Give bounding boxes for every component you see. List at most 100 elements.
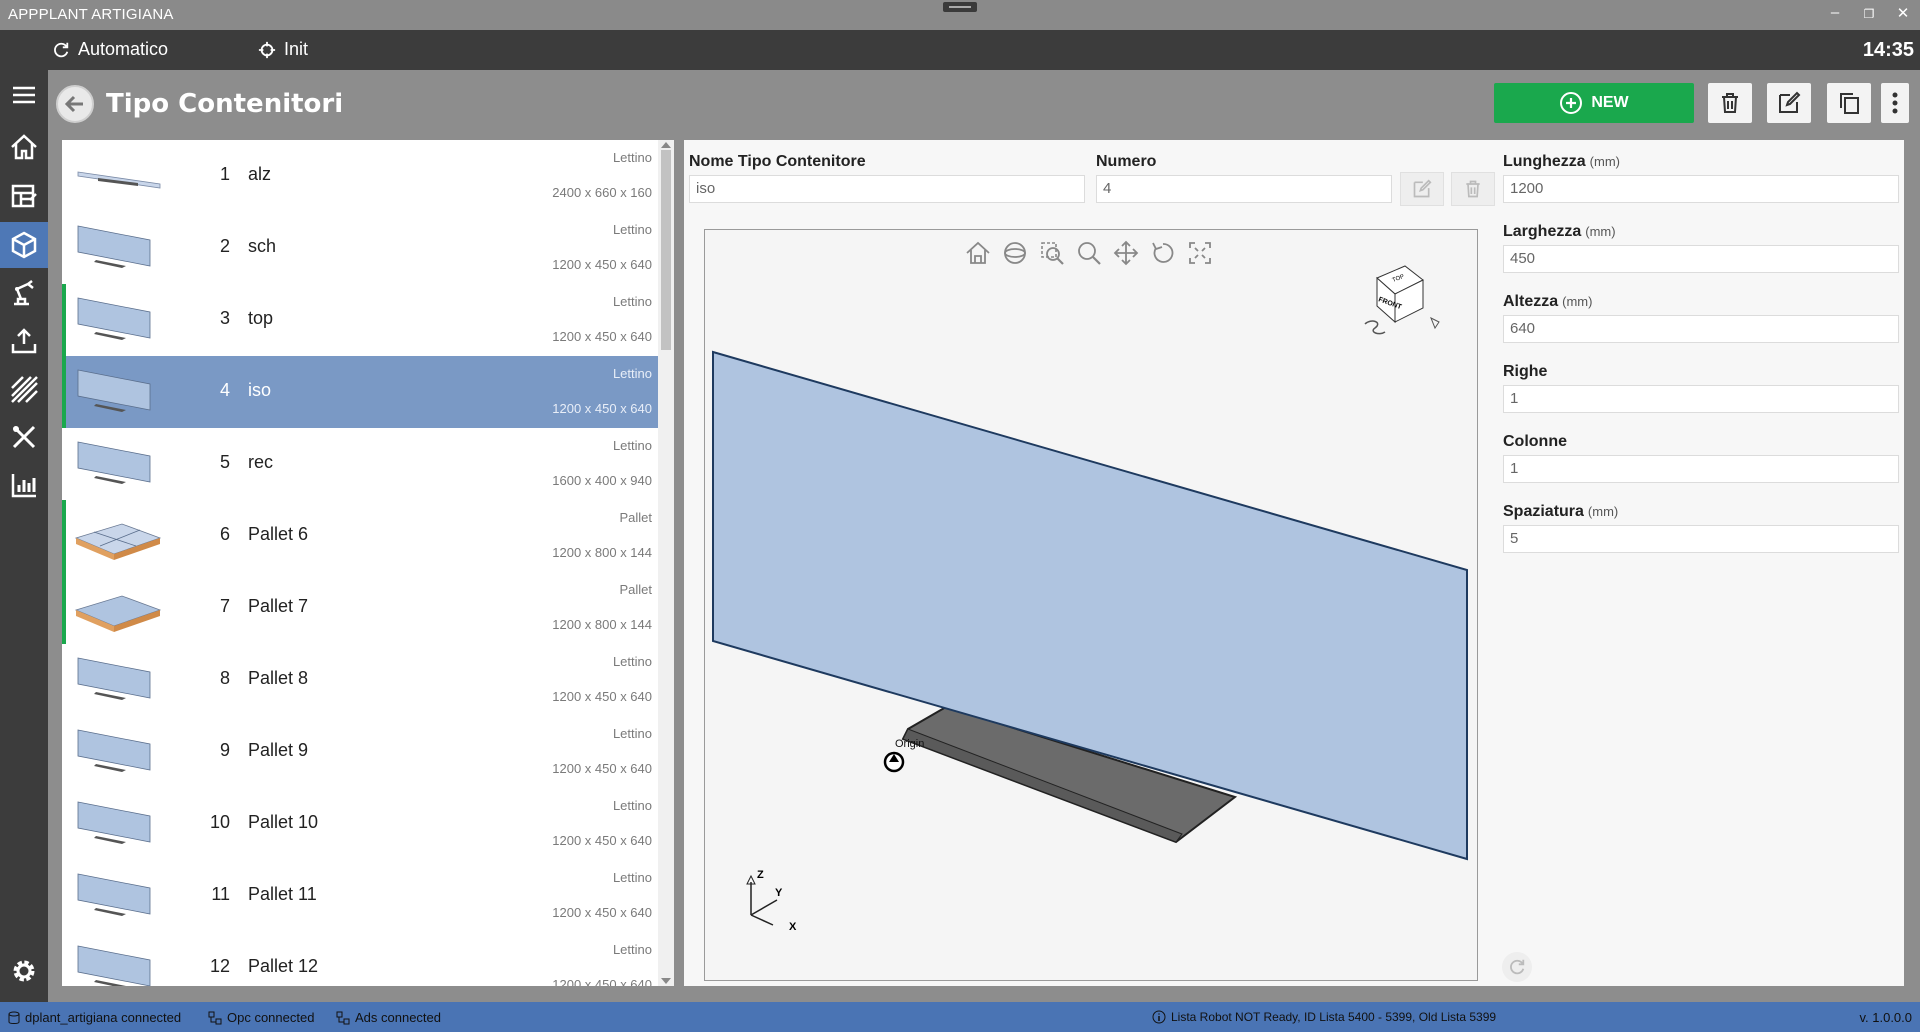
robot-arm-icon[interactable] [0, 270, 48, 316]
version: v. 1.0.0.0 [1859, 1010, 1912, 1025]
init-button[interactable]: Init [258, 39, 308, 60]
viewer-toolbar [963, 238, 1214, 267]
delete-button[interactable] [1708, 83, 1752, 123]
list-item[interactable]: 9 Pallet 9 Lettino 1200 x 450 x 640 [62, 716, 658, 788]
axis-z-label: Z [757, 869, 764, 881]
item-number: 4 [219, 380, 230, 400]
item-number: 7 [219, 596, 230, 616]
field-input[interactable]: 5 [1503, 525, 1899, 553]
list-item[interactable]: 10 Pallet 10 Lettino 1200 x 450 x 640 [62, 788, 658, 860]
list-item[interactable]: 2 sch Lettino 1200 x 450 x 640 [62, 212, 658, 284]
scroll-down-icon[interactable] [661, 978, 671, 984]
item-number: 11 [211, 884, 230, 904]
refresh-icon [1510, 959, 1525, 975]
edit-name-button[interactable] [1400, 172, 1444, 206]
field-input[interactable]: 1 [1503, 385, 1899, 413]
item-dimensions: 1200 x 450 x 640 [552, 329, 652, 344]
item-dimensions: 1200 x 450 x 640 [552, 977, 652, 986]
copy-icon [1840, 93, 1859, 114]
list-item[interactable]: 12 Pallet 12 Lettino 1200 x 450 x 640 [62, 932, 658, 986]
field-label-text: Altezza [1503, 293, 1559, 310]
field-label-text: Colonne [1503, 433, 1567, 450]
item-dimensions: 1200 x 450 x 640 [552, 761, 652, 776]
field-input[interactable]: 1200 [1503, 175, 1899, 203]
new-button-label: NEW [1591, 94, 1629, 111]
edit-button[interactable] [1767, 83, 1811, 123]
field-input[interactable]: 450 [1503, 245, 1899, 273]
container-thumbnail [77, 297, 151, 340]
item-dimensions: 1200 x 450 x 640 [552, 257, 652, 272]
trash-icon [1722, 93, 1738, 113]
number-input[interactable]: 4 [1096, 175, 1392, 203]
zoom-icon[interactable] [1074, 238, 1103, 267]
settings-icon[interactable] [0, 948, 48, 994]
close-icon[interactable]: ✕ [1892, 4, 1914, 22]
layout-icon[interactable] [0, 173, 48, 219]
back-button[interactable] [56, 85, 94, 123]
menu-icon[interactable] [0, 72, 48, 118]
3d-scene[interactable]: Origin Z Y X TOP FRONT [705, 230, 1478, 981]
item-dimensions: 1600 x 400 x 940 [552, 473, 652, 488]
fit-view-icon[interactable] [1185, 238, 1214, 267]
status-marker [62, 572, 66, 644]
item-kind: Lettino [612, 366, 652, 381]
delete-name-button[interactable] [1451, 172, 1495, 206]
field-input[interactable]: 640 [1503, 315, 1899, 343]
reset-button[interactable] [1502, 952, 1532, 982]
minimize-icon[interactable]: – [1824, 4, 1846, 21]
item-name: top [248, 308, 274, 328]
robot-status: Lista Robot NOT Ready, ID Lista 5400 - 5… [1152, 1010, 1496, 1024]
item-name: Pallet 12 [248, 956, 319, 976]
home-view-icon[interactable] [963, 238, 992, 267]
container-type-list[interactable]: 12 Pallet 12 Lettino 1200 x 450 x 640 11 Pall… [62, 140, 674, 986]
scrollbar-thumb[interactable] [661, 150, 671, 350]
box-icon[interactable] [0, 222, 48, 268]
list-item[interactable]: 3 top Lettino 1200 x 450 x 640 [62, 284, 658, 356]
item-dimensions: 1200 x 800 x 144 [552, 617, 652, 632]
more-options-button[interactable] [1881, 83, 1909, 123]
container-thumbnail [77, 657, 151, 700]
tools-icon[interactable] [0, 414, 48, 460]
page-title: Tipo Contenitori [106, 89, 344, 119]
top-bar: Automatico Init 14:35 [0, 30, 1920, 70]
list-scrollbar[interactable] [658, 140, 674, 986]
pan-icon[interactable] [1111, 238, 1140, 267]
stripes-icon[interactable] [0, 366, 48, 412]
refresh-icon [54, 42, 69, 57]
3d-viewer[interactable]: Origin Z Y X TOP FRONT [704, 229, 1478, 981]
item-number: 8 [219, 668, 230, 688]
automatic-mode-button[interactable]: Automatico [52, 39, 168, 60]
new-button[interactable]: NEW [1494, 83, 1694, 123]
orbit-icon[interactable] [1000, 238, 1029, 267]
scroll-up-icon[interactable] [661, 142, 671, 148]
name-input[interactable]: iso [689, 175, 1085, 203]
chart-icon[interactable] [0, 462, 48, 508]
container-thumbnail [77, 171, 161, 189]
view-cube: TOP FRONT [1364, 265, 1440, 335]
upload-icon[interactable] [0, 318, 48, 364]
list-item[interactable]: 6 Pallet 6 Pallet 1200 x 800 x 144 [62, 500, 658, 572]
home-icon[interactable] [0, 124, 48, 170]
drag-handle[interactable] [943, 2, 977, 12]
item-kind: Lettino [612, 942, 652, 957]
zoom-window-icon[interactable] [1037, 238, 1066, 267]
list-item[interactable]: 5 rec Lettino 1600 x 400 x 940 [62, 428, 658, 500]
list-item[interactable]: 4 iso Lettino 1200 x 450 x 640 [62, 356, 658, 428]
rotate-icon[interactable] [1148, 238, 1177, 267]
restore-icon[interactable]: ❐ [1858, 7, 1880, 21]
status-marker [62, 356, 66, 428]
list-item[interactable]: 1 alz Lettino 2400 x 660 x 160 [62, 140, 658, 212]
list-item[interactable]: 8 Pallet 8 Lettino 1200 x 450 x 640 [62, 644, 658, 716]
field-label-text: Lunghezza [1503, 153, 1586, 170]
info-icon [1152, 1010, 1166, 1024]
item-kind: Lettino [612, 726, 652, 741]
list-item[interactable]: 11 Pallet 11 Lettino 1200 x 450 x 640 [62, 860, 658, 932]
network-icon [336, 1011, 350, 1024]
name-field-label: Nome Tipo Contenitore [689, 153, 866, 170]
field-label: Righe [1503, 363, 1547, 381]
item-number: 6 [219, 524, 230, 544]
item-dimensions: 1200 x 450 x 640 [552, 401, 652, 416]
field-input[interactable]: 1 [1503, 455, 1899, 483]
list-item[interactable]: 7 Pallet 7 Pallet 1200 x 800 x 144 [62, 572, 658, 644]
copy-button[interactable] [1827, 83, 1871, 123]
